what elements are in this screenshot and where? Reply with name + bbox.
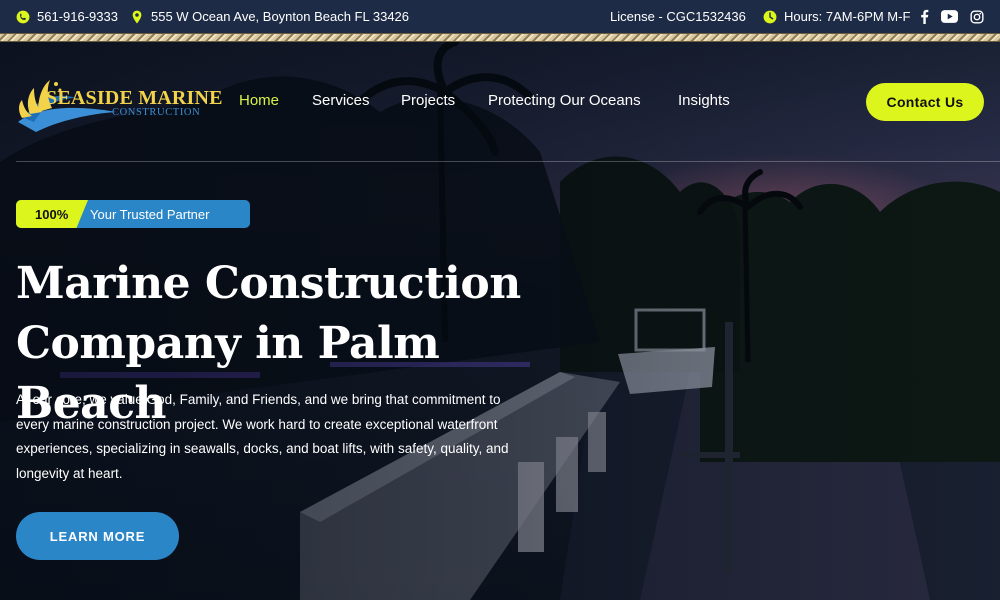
instagram-icon[interactable] bbox=[970, 9, 984, 24]
header-divider bbox=[16, 161, 1000, 162]
social-links bbox=[920, 0, 984, 33]
hours-text: Hours: 7AM-6PM M-F bbox=[784, 9, 911, 24]
address-link[interactable]: 555 W Ocean Ave, Boynton Beach FL 33426 bbox=[130, 0, 409, 33]
phone-icon bbox=[16, 10, 30, 24]
learn-more-button[interactable]: LEARN MORE bbox=[16, 512, 179, 560]
hero-description: At our core, we value God, Family, and F… bbox=[16, 392, 509, 481]
nav-projects[interactable]: Projects bbox=[401, 92, 455, 109]
hours-info: Hours: 7AM-6PM M-F bbox=[763, 0, 910, 33]
nav-services[interactable]: Services bbox=[312, 92, 370, 109]
nav-home[interactable]: Home bbox=[239, 92, 279, 109]
brand-subtitle: CONSTRUCTION bbox=[112, 107, 201, 118]
facebook-icon[interactable] bbox=[920, 9, 929, 24]
contact-us-button[interactable]: Contact Us bbox=[866, 83, 984, 121]
phone-text: 561-916-9333 bbox=[37, 9, 118, 24]
license-text: License - CGC1532436 bbox=[610, 9, 746, 24]
nav-protecting-our-oceans[interactable]: Protecting Our Oceans bbox=[488, 92, 641, 109]
badge-label: Your Trusted Partner bbox=[90, 206, 210, 222]
nav-insights[interactable]: Insights bbox=[678, 92, 730, 109]
rope-divider bbox=[0, 33, 1000, 42]
trusted-partner-badge: 100% Your Trusted Partner bbox=[16, 200, 250, 228]
phone-link[interactable]: 561-916-9333 bbox=[16, 0, 118, 33]
youtube-icon[interactable] bbox=[941, 10, 958, 23]
clock-icon bbox=[763, 10, 777, 24]
address-text: 555 W Ocean Ave, Boynton Beach FL 33426 bbox=[151, 9, 410, 24]
top-info-bar: 561-916-9333 555 W Ocean Ave, Boynton Be… bbox=[0, 0, 1000, 33]
badge-percent: 100% bbox=[16, 200, 88, 228]
hero-headline-line1: Marine Construction bbox=[16, 258, 521, 309]
map-pin-icon bbox=[130, 10, 144, 24]
brand-logo[interactable]: SEASIDE MARINE CONSTRUCTION bbox=[16, 78, 223, 134]
